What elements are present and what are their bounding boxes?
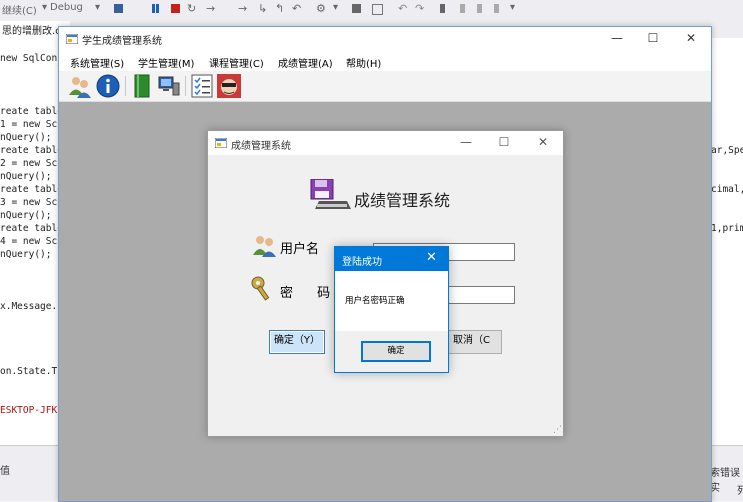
code-line: reate table (0, 223, 63, 234)
resize-grip-icon[interactable]: ⋰ (553, 425, 562, 435)
chevron-down-icon[interactable]: ▾ (42, 2, 47, 13)
password-label: 密 码 (280, 286, 341, 301)
code-line: reate table (0, 145, 63, 156)
chevron-down-icon[interactable]: ▾ (333, 2, 338, 13)
book-icon[interactable] (130, 73, 156, 99)
message-ok-button[interactable]: 确定 (361, 341, 431, 362)
stop-icon[interactable] (171, 4, 180, 13)
chevron-down-icon[interactable]: ▾ (510, 2, 515, 13)
code-line: cimal, (711, 184, 743, 195)
code-line: 1 = new Sc (0, 119, 58, 130)
restart-icon[interactable]: ↻ (187, 2, 196, 15)
main-window-title: 学生成绩管理系统 (82, 36, 162, 47)
bookmark-next-icon[interactable] (477, 4, 482, 13)
toolbar-separator (185, 76, 186, 96)
menu-score[interactable]: 成绩管理(A) (278, 55, 333, 70)
nav-back-icon[interactable]: ↶ (398, 2, 407, 15)
face-icon[interactable] (216, 73, 242, 99)
code-line: reate table (0, 106, 63, 117)
code-line: nQuery(); (0, 249, 52, 260)
bookmark-icon[interactable] (440, 4, 445, 13)
show-next-icon[interactable]: → (206, 2, 215, 15)
bottom-panel-label: 值 (0, 466, 10, 477)
continue-button[interactable]: 继续(C) (2, 2, 37, 17)
format-icon[interactable] (372, 4, 383, 15)
login-titlebar[interactable]: 成绩管理系统 — ☐ ✕ (208, 131, 563, 155)
step-out-icon[interactable]: ↰ (275, 2, 284, 15)
login-ok-button[interactable]: 确定（Y） (269, 330, 325, 354)
minimize-button[interactable]: — (456, 135, 476, 149)
floppy-disk-icon (310, 179, 351, 209)
message-box: 登陆成功 ✕ 用户名密码正确 确定 (334, 246, 449, 373)
menu-system[interactable]: 系统管理(S) (70, 55, 124, 70)
code-line: new SqlConn (0, 53, 63, 64)
pause-icon-bar (156, 4, 159, 13)
menu-student[interactable]: 学生管理(M) (138, 55, 194, 70)
code-line: 2 = new Sc (0, 158, 58, 169)
code-line: 1,prim (711, 223, 743, 234)
nav-forward-icon[interactable]: ↷ (415, 2, 424, 15)
menu-help[interactable]: 帮助(H) (346, 55, 381, 70)
code-line: nQuery(); (0, 132, 52, 143)
code-line: ESKTOP-JFK (0, 405, 58, 416)
code-line: 3 = new Sc (0, 197, 58, 208)
pause-icon[interactable] (152, 4, 155, 13)
code-line: x.Message. (0, 301, 58, 312)
message-box-title: 登陆成功 (342, 257, 382, 268)
code-line: nQuery(); (0, 171, 52, 182)
app-window-icon (215, 138, 227, 148)
bookmark-clear-icon[interactable] (494, 4, 499, 13)
debug-tools-icon[interactable]: ⚙ (316, 2, 326, 15)
username-label: 用户名 (280, 242, 320, 257)
bookmark-prev-icon[interactable] (460, 4, 465, 13)
app-window-icon (66, 34, 78, 44)
close-button[interactable]: ✕ (533, 135, 553, 149)
ide-toolbar: 继续(C) ▾ Debug ▾ ↻ → → ↳ ↰ ↶ ⚙ ▾ ↶ ↷ ▾ (0, 0, 743, 19)
menu-course[interactable]: 课程管理(C) (209, 55, 264, 70)
info-icon[interactable] (95, 73, 121, 99)
users-icon[interactable] (67, 73, 93, 99)
code-line: nQuery(); (0, 210, 52, 221)
menu-bar: 系统管理(S) 学生管理(M) 课程管理(C) 成绩管理(A) 帮助(H) (59, 51, 711, 71)
login-window-title: 成绩管理系统 (231, 141, 291, 152)
message-text: 用户名密码正确 (345, 296, 405, 306)
message-box-body: 用户名密码正确 (335, 271, 448, 331)
step-over-icon[interactable]: → (238, 2, 247, 15)
code-line: ar,Spe (711, 145, 743, 156)
password-input[interactable] (438, 286, 515, 304)
minimize-button[interactable]: — (607, 31, 627, 45)
chevron-down-icon[interactable]: ▾ (95, 2, 100, 13)
user-group-icon (253, 236, 276, 257)
checklist-icon[interactable] (189, 73, 215, 99)
step-into-icon[interactable]: ↳ (258, 2, 267, 15)
config-select[interactable]: Debug (50, 2, 83, 13)
code-line: reate table (0, 184, 63, 195)
maximize-button[interactable]: ☐ (643, 31, 663, 45)
login-cancel-button[interactable]: 取消（C (448, 330, 502, 354)
main-titlebar[interactable]: 学生成绩管理系统 — ☐ ✕ (59, 27, 711, 51)
window-icon[interactable] (352, 4, 361, 13)
code-line: on.State.T (0, 366, 58, 377)
attach-icon[interactable] (114, 4, 123, 13)
toolbar-separator (125, 76, 126, 96)
computer-icon[interactable] (156, 73, 182, 99)
login-header: 成绩管理系统 (354, 191, 451, 210)
key-icon (251, 276, 270, 301)
tool-strip (59, 71, 711, 102)
message-box-titlebar[interactable]: 登陆成功 ✕ (335, 247, 448, 271)
code-line: 4 = new Sc (0, 236, 58, 247)
column-label: 列 (737, 486, 743, 497)
step-back-icon[interactable]: ↶ (292, 2, 301, 15)
close-button[interactable]: ✕ (681, 31, 701, 45)
close-button[interactable]: ✕ (426, 250, 437, 265)
maximize-button[interactable]: ☐ (494, 135, 514, 149)
